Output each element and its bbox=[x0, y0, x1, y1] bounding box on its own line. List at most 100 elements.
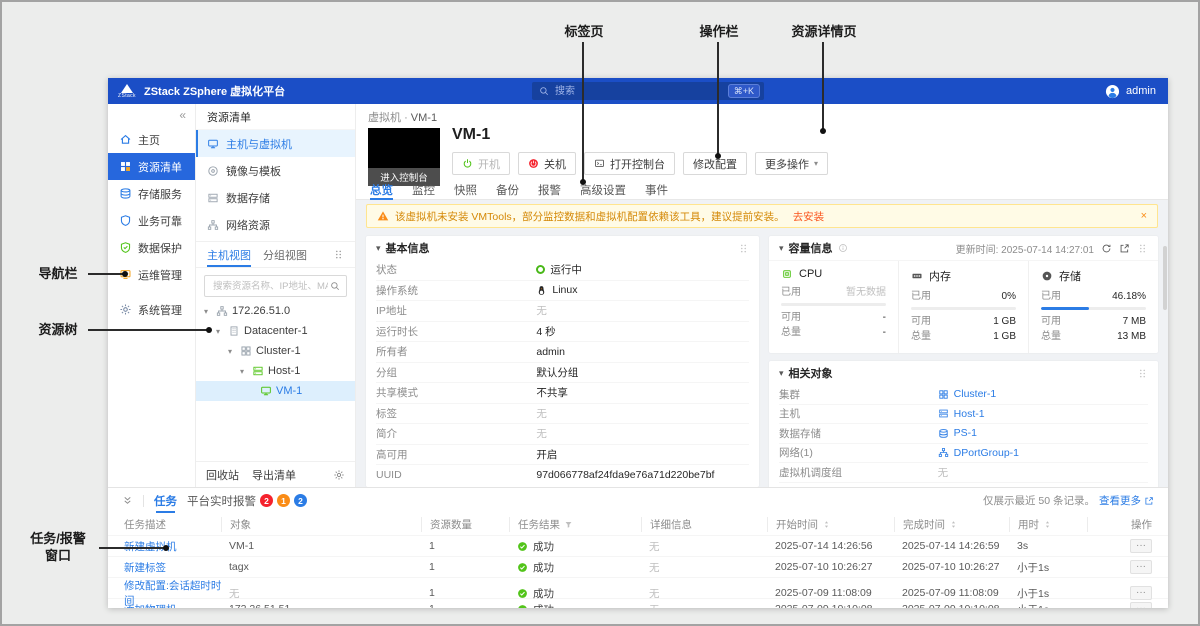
filter-funnel-icon[interactable] bbox=[564, 520, 573, 529]
sort-icon[interactable] bbox=[822, 520, 831, 529]
gear-icon[interactable] bbox=[333, 469, 345, 481]
sidebar-item-storage[interactable]: 存储服务 bbox=[108, 180, 195, 207]
vmtools-warning-banner: 该虚拟机未安装 VMTools，部分监控数据和虚拟机配置依赖该工具，建议提前安装… bbox=[366, 204, 1158, 228]
caret-down-icon[interactable]: ▾ bbox=[779, 368, 784, 379]
tab-snapshot[interactable]: 快照 bbox=[454, 182, 477, 199]
memory-icon bbox=[911, 270, 923, 282]
view-switch-icon[interactable] bbox=[333, 249, 344, 260]
resource-grid-icon bbox=[119, 160, 132, 173]
tab-alarm[interactable]: 报警 bbox=[538, 182, 561, 199]
shield-check-icon bbox=[119, 241, 132, 254]
tab-events[interactable]: 事件 bbox=[645, 182, 668, 199]
cluster-link[interactable]: Cluster-1 bbox=[938, 388, 997, 400]
storage-usage-bar bbox=[1041, 307, 1146, 310]
row-actions-button[interactable]: ··· bbox=[1130, 560, 1152, 574]
user-menu[interactable]: admin bbox=[1105, 78, 1156, 104]
view-more-link[interactable]: 查看更多 bbox=[1099, 493, 1154, 508]
tab-group-view[interactable]: 分组视图 bbox=[263, 242, 307, 267]
tree-node-network[interactable]: ▾ 172.26.51.0 bbox=[196, 301, 355, 321]
tab-platform-alarms[interactable]: 平台实时报警 2 1 2 bbox=[187, 488, 307, 513]
host-link[interactable]: Host-1 bbox=[938, 408, 985, 420]
panel-collapse-button[interactable] bbox=[122, 495, 133, 506]
duration-header: 用时 bbox=[1009, 517, 1095, 532]
monitor-icon bbox=[207, 138, 219, 150]
caret-down-icon[interactable]: ▾ bbox=[216, 327, 224, 336]
sidebar-item-data-protection[interactable]: 数据保护 bbox=[108, 234, 195, 261]
cpu-icon bbox=[781, 268, 793, 280]
breadcrumb-root[interactable]: 虚拟机 bbox=[368, 112, 401, 124]
search-icon bbox=[330, 281, 340, 291]
tab-tasks[interactable]: 任务 bbox=[154, 488, 177, 513]
global-search-input[interactable] bbox=[553, 85, 728, 98]
global-search[interactable]: ⌘+K bbox=[532, 82, 764, 100]
drag-handle-icon[interactable] bbox=[1137, 368, 1148, 379]
nav-sidebar: « 主页 资源清单 存储服务 业务可靠 bbox=[108, 104, 196, 487]
sidebar-collapse-button[interactable]: « bbox=[179, 108, 186, 122]
sidebar-item-system[interactable]: 系统管理 bbox=[108, 296, 195, 323]
caret-down-icon[interactable]: ▾ bbox=[376, 243, 381, 254]
sidebar-item-reliability[interactable]: 业务可靠 bbox=[108, 207, 195, 234]
tab-backup[interactable]: 备份 bbox=[496, 182, 519, 199]
caret-down-icon[interactable]: ▾ bbox=[240, 367, 248, 376]
start-time-header: 开始时间 bbox=[767, 517, 902, 532]
recycle-bin-button[interactable]: 回收站 bbox=[206, 467, 239, 483]
annotation-dot-action-bar bbox=[715, 153, 721, 159]
tree-node-vm[interactable]: VM-1 bbox=[196, 381, 355, 401]
row-actions-button[interactable]: ··· bbox=[1130, 602, 1152, 608]
annotation-line-resource-tree bbox=[88, 329, 208, 331]
sort-icon[interactable] bbox=[1043, 520, 1052, 529]
row-actions-button[interactable]: ··· bbox=[1130, 586, 1152, 600]
sidebar-item-home[interactable]: 主页 bbox=[108, 126, 195, 153]
cluster-icon bbox=[240, 345, 252, 357]
tab-overview[interactable]: 总览 bbox=[370, 182, 393, 199]
task-link[interactable]: 添加物理机 bbox=[124, 602, 229, 609]
tree-search[interactable] bbox=[204, 275, 347, 297]
external-link-icon[interactable] bbox=[1119, 243, 1130, 254]
network-link[interactable]: DPortGroup-1 bbox=[938, 447, 1019, 459]
export-list-button[interactable]: 导出清单 bbox=[252, 467, 296, 483]
install-vmtools-link[interactable]: 去安装 bbox=[793, 209, 825, 224]
capacity-memory: 内存 已用0% 可用1 GB 总量1 GB bbox=[899, 261, 1029, 353]
sort-icon[interactable] bbox=[949, 520, 958, 529]
tree-node-host[interactable]: ▾ Host-1 bbox=[196, 361, 355, 381]
resource-item-hosts-vms[interactable]: 主机与虚拟机 bbox=[196, 130, 355, 157]
sidebar-item-resources[interactable]: 资源清单 bbox=[108, 153, 195, 180]
search-icon bbox=[539, 86, 549, 96]
drag-handle-icon[interactable] bbox=[738, 243, 749, 254]
datastore-link[interactable]: PS-1 bbox=[938, 427, 977, 439]
host-server-icon bbox=[252, 365, 264, 377]
success-check-icon bbox=[517, 562, 528, 573]
content-scrollbar[interactable] bbox=[1163, 246, 1167, 310]
tree-search-input[interactable] bbox=[211, 280, 330, 293]
task-link[interactable]: 新建标签 bbox=[124, 560, 229, 575]
resource-item-datastore[interactable]: 数据存储 bbox=[196, 184, 355, 211]
open-console-button[interactable]: 打开控制台 bbox=[584, 152, 675, 175]
resource-item-network[interactable]: 网络资源 bbox=[196, 211, 355, 238]
tree-node-datacenter[interactable]: ▾ Datacenter-1 bbox=[196, 321, 355, 341]
caret-down-icon[interactable]: ▾ bbox=[204, 307, 212, 316]
drag-handle-icon[interactable] bbox=[1137, 243, 1148, 254]
memory-usage-bar bbox=[911, 307, 1016, 310]
power-off-button[interactable]: 关机 bbox=[518, 152, 576, 175]
tab-host-view[interactable]: 主机视图 bbox=[207, 242, 251, 267]
breadcrumb: 虚拟机 · VM-1 bbox=[368, 109, 437, 125]
tree-node-cluster[interactable]: ▾ Cluster-1 bbox=[196, 341, 355, 361]
resource-panel: 资源清单 主机与虚拟机 镜像与模板 数据存储 网络资源 bbox=[196, 104, 356, 487]
tab-monitoring[interactable]: 监控 bbox=[412, 182, 435, 199]
power-on-icon bbox=[462, 158, 473, 169]
caret-down-icon[interactable]: ▾ bbox=[779, 243, 784, 254]
avatar-icon bbox=[1105, 84, 1120, 99]
caret-down-icon[interactable]: ▾ bbox=[228, 347, 236, 356]
more-actions-button[interactable]: 更多操作 ▾ bbox=[755, 152, 828, 175]
tab-advanced[interactable]: 高级设置 bbox=[580, 182, 626, 199]
power-on-button[interactable]: 开机 bbox=[452, 152, 510, 175]
records-note: 仅展示最近 50 条记录。 bbox=[983, 493, 1095, 508]
close-icon[interactable]: × bbox=[1141, 210, 1147, 222]
resource-item-images[interactable]: 镜像与模板 bbox=[196, 157, 355, 184]
refresh-icon[interactable] bbox=[1101, 243, 1112, 254]
ip-network-icon bbox=[216, 305, 228, 317]
vm-monitor-icon bbox=[260, 385, 272, 397]
row-actions-button[interactable]: ··· bbox=[1130, 539, 1152, 553]
task-link[interactable]: 新建虚拟机 bbox=[124, 539, 229, 554]
datastore-icon bbox=[207, 192, 219, 204]
